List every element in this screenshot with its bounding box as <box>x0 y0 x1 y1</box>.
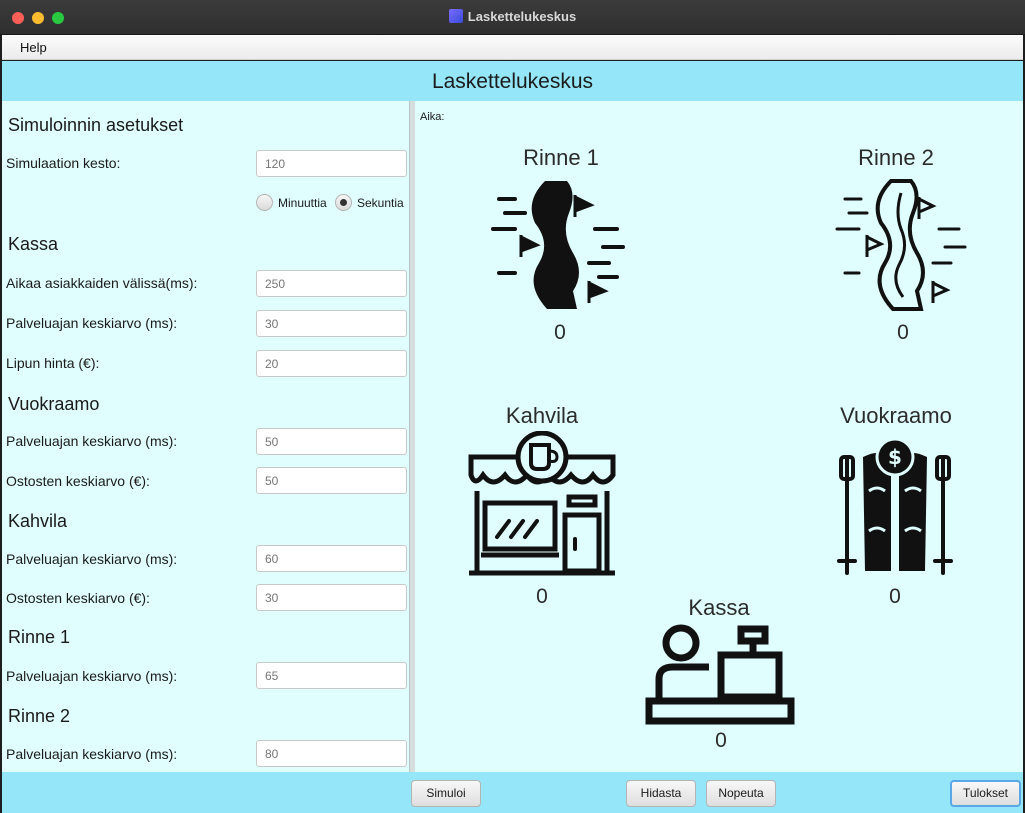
vuokraamo-section-title: Vuokraamo <box>8 394 100 414</box>
app-header: Laskettelukeskus <box>2 61 1023 101</box>
kahvila-service-label: Palveluajan keskiarvo (ms): <box>6 551 178 567</box>
simulate-button[interactable]: Simuloi <box>411 780 481 807</box>
app-header-title: Laskettelukeskus <box>431 70 594 93</box>
rinne2-service-input[interactable] <box>256 740 407 767</box>
time-label: Aika: <box>420 111 445 123</box>
rinne1-section-title: Rinne 1 <box>8 627 71 647</box>
unit-minutes-radio[interactable]: Minuuttia <box>256 194 327 211</box>
rinne1-service-label: Palveluajan keskiarvo (ms): <box>6 668 178 684</box>
kassa-section-title: Kassa <box>8 234 59 254</box>
kassa-price-label: Lipun hinta (€): <box>6 355 100 371</box>
kahvila-station-title: Kahvila <box>505 403 579 428</box>
settings-title: Simuloinnin asetukset <box>8 115 184 135</box>
kassa-price-input[interactable] <box>256 350 407 377</box>
ski-slope-filled-icon <box>491 181 625 309</box>
vuokraamo-purchase-input[interactable] <box>256 467 407 494</box>
rinne2-station-title: Rinne 2 <box>858 145 934 170</box>
vuokraamo-service-label: Palveluajan keskiarvo (ms): <box>6 433 178 449</box>
duration-input[interactable] <box>256 150 407 177</box>
window-titlebar: Laskettelukeskus <box>0 0 1025 35</box>
slow-down-button[interactable]: Hidasta <box>626 780 696 807</box>
rinne1-station-title: Rinne 1 <box>523 145 599 170</box>
rinne1-count: 0 <box>554 321 566 344</box>
svg-text:$: $ <box>888 445 902 469</box>
simulation-panel: Aika: Rinne 1 0 Rinne 2 0 Kahvila 0 Vuok… <box>415 101 1023 772</box>
rinne2-count: 0 <box>897 321 909 344</box>
vuokraamo-count: 0 <box>889 585 901 608</box>
menu-bar: Help <box>2 35 1023 60</box>
kassa-count: 0 <box>715 729 727 752</box>
ski-rental-icon: $ <box>837 437 953 575</box>
cashier-icon <box>645 624 795 725</box>
kassa-service-label: Palveluajan keskiarvo (ms): <box>6 315 178 331</box>
app-logo-icon <box>448 9 463 23</box>
kahvila-purchase-label: Ostosten keskiarvo (€): <box>6 590 150 606</box>
speed-up-button[interactable]: Nopeuta <box>706 780 776 807</box>
settings-panel: Simuloinnin asetukset Simulaation kesto:… <box>2 101 410 772</box>
radio-dot <box>256 194 273 211</box>
radio-dot-selected <box>335 194 352 211</box>
kassa-station-title: Kassa <box>688 595 750 620</box>
rinne2-section-title: Rinne 2 <box>8 706 71 726</box>
duration-label: Simulaation kesto: <box>6 155 121 171</box>
control-bar: Simuloi Hidasta Nopeuta Tulokset <box>2 772 1023 813</box>
vuokraamo-station-title: Vuokraamo <box>840 403 952 428</box>
kahvila-count: 0 <box>536 585 548 608</box>
kahvila-purchase-input[interactable] <box>256 584 407 611</box>
cafe-storefront-icon <box>468 431 616 576</box>
kassa-interval-label: Aikaa asiakkaiden välissä(ms): <box>6 275 198 291</box>
window-title: Laskettelukeskus <box>0 9 1025 24</box>
vuokraamo-purchase-label: Ostosten keskiarvo (€): <box>6 473 150 489</box>
kahvila-service-input[interactable] <box>256 545 407 572</box>
menu-help[interactable]: Help <box>20 40 47 55</box>
kahvila-section-title: Kahvila <box>8 511 68 531</box>
ski-slope-outline-icon <box>835 179 967 311</box>
kassa-service-input[interactable] <box>256 310 407 337</box>
unit-seconds-label: Sekuntia <box>357 195 404 210</box>
results-button[interactable]: Tulokset <box>950 780 1021 807</box>
vuokraamo-service-input[interactable] <box>256 428 407 455</box>
unit-seconds-radio[interactable]: Sekuntia <box>335 194 404 211</box>
rinne2-service-label: Palveluajan keskiarvo (ms): <box>6 746 178 762</box>
kassa-interval-input[interactable] <box>256 270 407 297</box>
rinne1-service-input[interactable] <box>256 662 407 689</box>
unit-minutes-label: Minuuttia <box>278 195 327 210</box>
